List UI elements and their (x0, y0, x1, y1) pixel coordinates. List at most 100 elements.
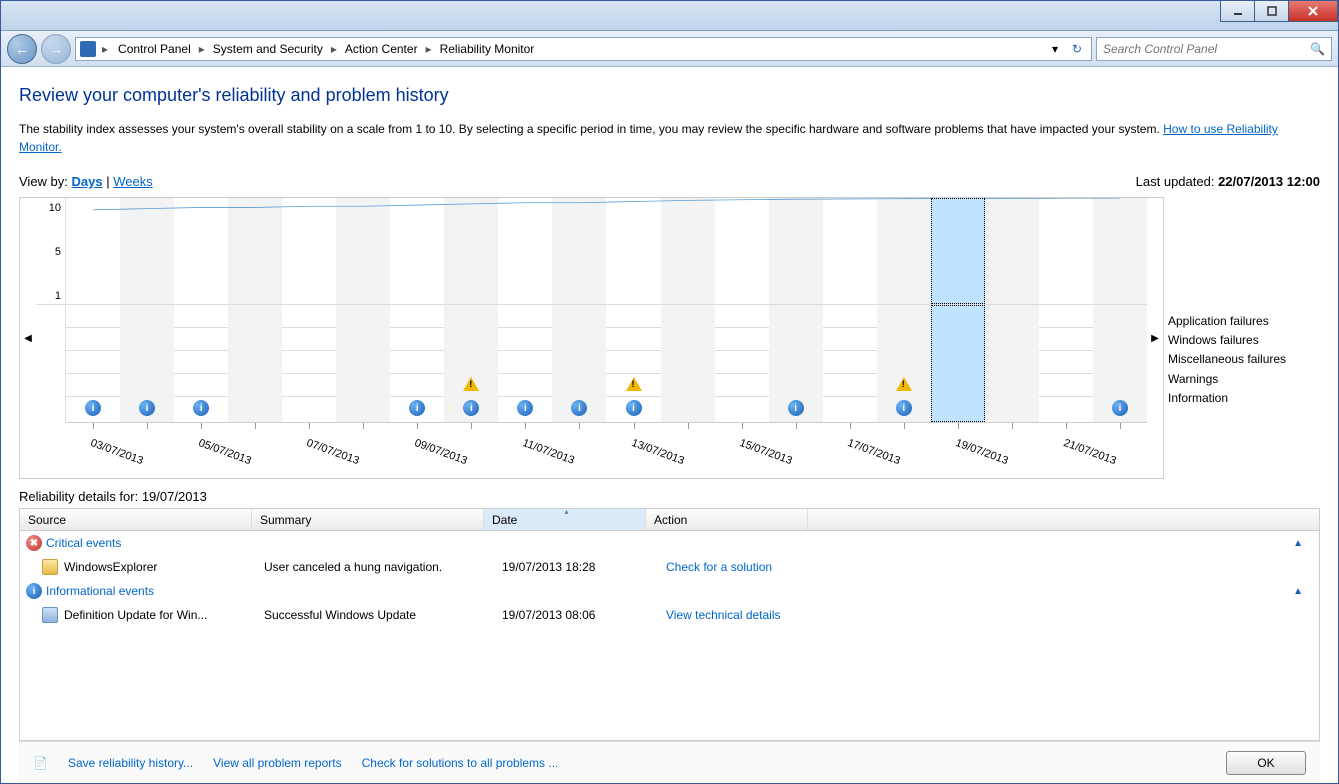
information-icon: i (788, 400, 804, 416)
day-column[interactable] (498, 198, 552, 304)
technical-details-link[interactable]: View technical details (666, 608, 781, 622)
day-column[interactable] (66, 198, 120, 304)
x-axis-label: 13/07/2013 (629, 437, 685, 467)
view-by-weeks[interactable]: Weeks (113, 174, 153, 189)
x-axis-label: 07/07/2013 (305, 437, 361, 467)
refresh-button[interactable]: ↻ (1067, 39, 1087, 59)
table-header: Source Summary Date Action (20, 509, 1319, 531)
search-input[interactable] (1103, 42, 1325, 56)
group-critical[interactable]: ✖ Critical events ▲ (20, 531, 1319, 555)
table-body: ✖ Critical events ▲ WindowsExplorer User… (20, 531, 1319, 740)
chevron-right-icon[interactable]: ▸ (329, 42, 339, 56)
maximize-button[interactable] (1254, 1, 1288, 22)
day-column[interactable] (552, 198, 606, 304)
col-source[interactable]: Source (20, 509, 252, 530)
x-axis-label: 11/07/2013 (521, 437, 576, 467)
history-dropdown-button[interactable]: ▾ (1045, 39, 1065, 59)
col-action[interactable]: Action (646, 509, 808, 530)
info-icon: i (26, 583, 42, 599)
day-column[interactable] (336, 198, 390, 304)
day-column[interactable] (1039, 305, 1093, 422)
breadcrumb-item[interactable]: System and Security (209, 40, 327, 58)
x-axis-label: 17/07/2013 (846, 437, 902, 467)
day-column[interactable] (1093, 198, 1147, 304)
day-column[interactable] (1039, 198, 1093, 304)
description: The stability index assesses your system… (19, 120, 1320, 156)
warnings-icon (463, 377, 479, 391)
day-column[interactable] (228, 198, 282, 304)
forward-button[interactable]: → (41, 34, 71, 64)
ok-button[interactable]: OK (1226, 751, 1306, 775)
search-box[interactable]: 🔍 (1096, 37, 1332, 61)
collapse-icon[interactable]: ▲ (1293, 586, 1313, 597)
day-column[interactable] (769, 198, 823, 304)
event-grid[interactable]: ✖iiiiiiiiiiii (66, 305, 1147, 422)
x-axis-label: 19/07/2013 (954, 437, 1010, 467)
breadcrumb-item[interactable]: Reliability Monitor (436, 40, 539, 58)
day-column[interactable] (228, 305, 282, 422)
minimize-button[interactable] (1220, 1, 1254, 22)
check-solutions-link[interactable]: Check for solutions to all problems ... (362, 756, 559, 770)
stability-plot[interactable] (66, 198, 1147, 304)
close-button[interactable] (1288, 1, 1338, 22)
information-icon: i (626, 400, 642, 416)
address-bar[interactable]: ▸ Control Panel▸ System and Security▸ Ac… (75, 37, 1092, 61)
table-row[interactable]: Definition Update for Win... Successful … (20, 603, 1319, 627)
day-column[interactable] (444, 198, 498, 304)
details-label: Reliability details for: 19/07/2013 (19, 489, 1320, 504)
view-all-reports-link[interactable]: View all problem reports (213, 756, 342, 770)
day-column[interactable] (715, 305, 769, 422)
day-column[interactable] (985, 305, 1039, 422)
titlebar (1, 1, 1338, 31)
day-column[interactable] (823, 305, 877, 422)
chevron-right-icon[interactable]: ▸ (100, 42, 110, 56)
breadcrumb-item[interactable]: Action Center (341, 40, 422, 58)
day-column[interactable] (715, 198, 769, 304)
update-icon (42, 607, 58, 623)
chevron-right-icon[interactable]: ▸ (424, 42, 434, 56)
col-summary[interactable]: Summary (252, 509, 484, 530)
day-column[interactable] (336, 305, 390, 422)
x-axis-label: 03/07/2013 (89, 437, 145, 467)
save-history-link[interactable]: Save reliability history... (68, 756, 193, 770)
table-row[interactable]: WindowsExplorer User canceled a hung nav… (20, 555, 1319, 579)
group-informational[interactable]: i Informational events ▲ (20, 579, 1319, 603)
day-column[interactable] (282, 198, 336, 304)
day-column[interactable] (120, 198, 174, 304)
x-axis-label: 15/07/2013 (738, 437, 794, 467)
breadcrumb-item[interactable]: Control Panel (114, 40, 195, 58)
day-column[interactable] (931, 198, 985, 304)
footer: 📄 Save reliability history... View all p… (19, 741, 1320, 783)
save-icon: 📄 (33, 756, 48, 770)
navbar: ← → ▸ Control Panel▸ System and Security… (1, 31, 1338, 67)
day-column[interactable] (931, 305, 985, 422)
breadcrumb: Control Panel▸ System and Security▸ Acti… (114, 40, 538, 58)
day-column[interactable] (661, 198, 715, 304)
scroll-right-button[interactable]: ▶ (1147, 198, 1163, 478)
day-column[interactable] (282, 305, 336, 422)
day-column[interactable] (823, 198, 877, 304)
information-icon: i (896, 400, 912, 416)
day-column[interactable] (390, 198, 444, 304)
y-axis: 10 5 1 (36, 198, 66, 304)
warnings-icon (896, 377, 912, 391)
x-axis-label: 09/07/2013 (413, 437, 469, 467)
reliability-chart: ◀ 10 5 1 (19, 197, 1164, 479)
chevron-right-icon[interactable]: ▸ (197, 42, 207, 56)
day-column[interactable] (607, 198, 661, 304)
x-axis: 03/07/201305/07/201307/07/201309/07/2013… (66, 422, 1147, 478)
day-column[interactable] (985, 198, 1039, 304)
scroll-left-button[interactable]: ◀ (20, 198, 36, 478)
col-date[interactable]: Date (484, 509, 646, 530)
back-button[interactable]: ← (7, 34, 37, 64)
view-by-days[interactable]: Days (72, 174, 103, 189)
day-column[interactable] (877, 198, 931, 304)
day-column[interactable] (661, 305, 715, 422)
day-column[interactable] (174, 198, 228, 304)
warnings-icon (626, 377, 642, 391)
chart-outer: ◀ 10 5 1 (19, 197, 1164, 479)
check-solution-link[interactable]: Check for a solution (666, 560, 772, 574)
details-table: Source Summary Date Action ✖ Critical ev… (19, 508, 1320, 741)
x-axis-label: 21/07/2013 (1062, 437, 1118, 467)
collapse-icon[interactable]: ▲ (1293, 538, 1313, 549)
